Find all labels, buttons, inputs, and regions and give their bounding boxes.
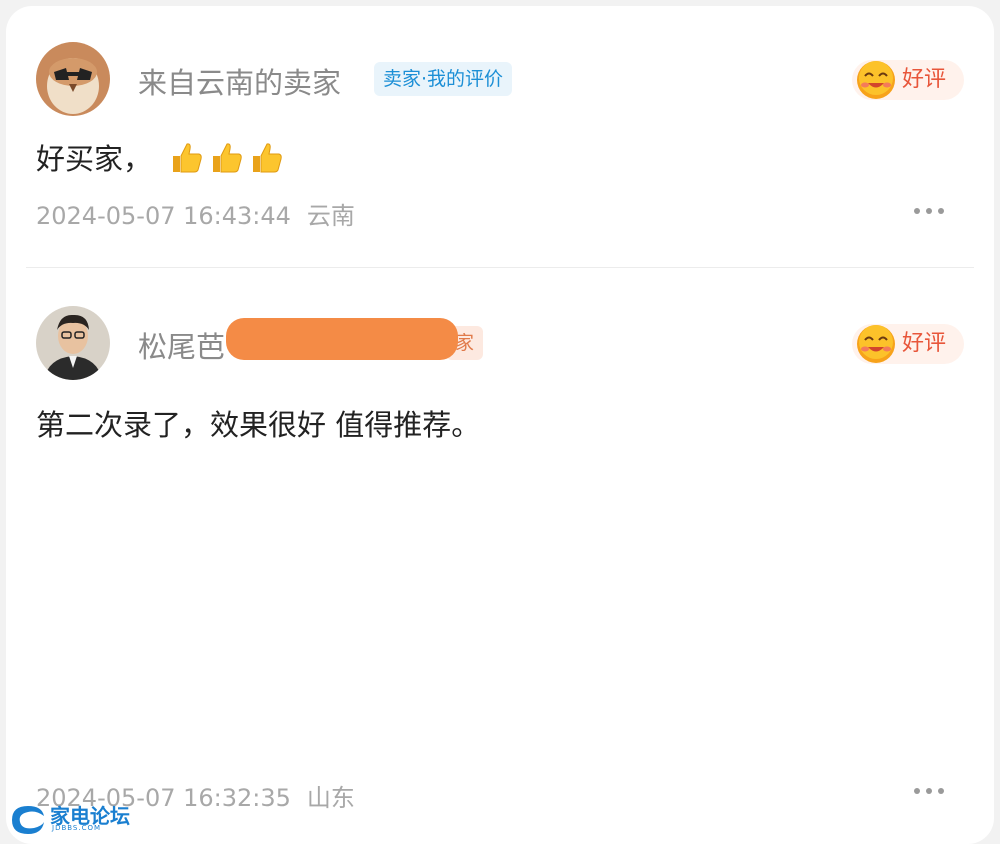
review-location: 山东 [306, 784, 355, 812]
avatar[interactable] [36, 42, 110, 116]
thumbs-up-icon [173, 142, 202, 172]
review-content: 第二次录了，效果很好 值得推荐。 [36, 402, 480, 444]
review-meta: 2024-05-07 16:43:44 云南 [36, 196, 355, 231]
more-options-button[interactable] [912, 786, 946, 796]
happy-face-icon [857, 61, 895, 99]
review-item-2: 松尾芭 家 好评 第二次录了，效果很好 值得推荐。 2024-05-07 16:… [6, 268, 994, 844]
avatar-owl-icon [36, 42, 110, 116]
review-date: 2024-05-07 16:43:44 [36, 202, 291, 230]
avatar-photo-icon [36, 306, 110, 380]
redaction-overlay [226, 318, 458, 360]
review-location: 云南 [306, 202, 355, 230]
username[interactable]: 来自云南的卖家 [138, 60, 341, 102]
thumbs-up-icon [213, 142, 242, 172]
forum-logo-icon [12, 806, 44, 834]
review-content: 好买家， [36, 136, 289, 183]
thumbs-up-icon [253, 142, 282, 172]
more-options-button[interactable] [912, 206, 946, 216]
rating-badge: 好评 [852, 324, 964, 364]
review-list-card: 来自云南的卖家 卖家·我的评价 好评 好买家， 2024-05-07 16:43… [6, 6, 994, 844]
watermark: 家电论坛 JDBBS.COM [8, 800, 138, 840]
username[interactable]: 松尾芭 [138, 324, 225, 366]
rating-badge: 好评 [852, 60, 964, 100]
happy-face-icon [857, 325, 895, 363]
watermark-subtext: JDBBS.COM [52, 824, 102, 832]
review-text: 第二次录了，效果很好 值得推荐。 [36, 408, 481, 442]
review-item-1: 来自云南的卖家 卖家·我的评价 好评 好买家， 2024-05-07 16:43… [6, 6, 994, 266]
review-text: 好买家， [36, 142, 153, 176]
rating-label: 好评 [902, 331, 947, 356]
avatar[interactable] [36, 306, 110, 380]
thumbs-up-emojis [169, 140, 289, 183]
seller-review-tag: 卖家·我的评价 [374, 62, 513, 96]
rating-label: 好评 [902, 67, 947, 92]
